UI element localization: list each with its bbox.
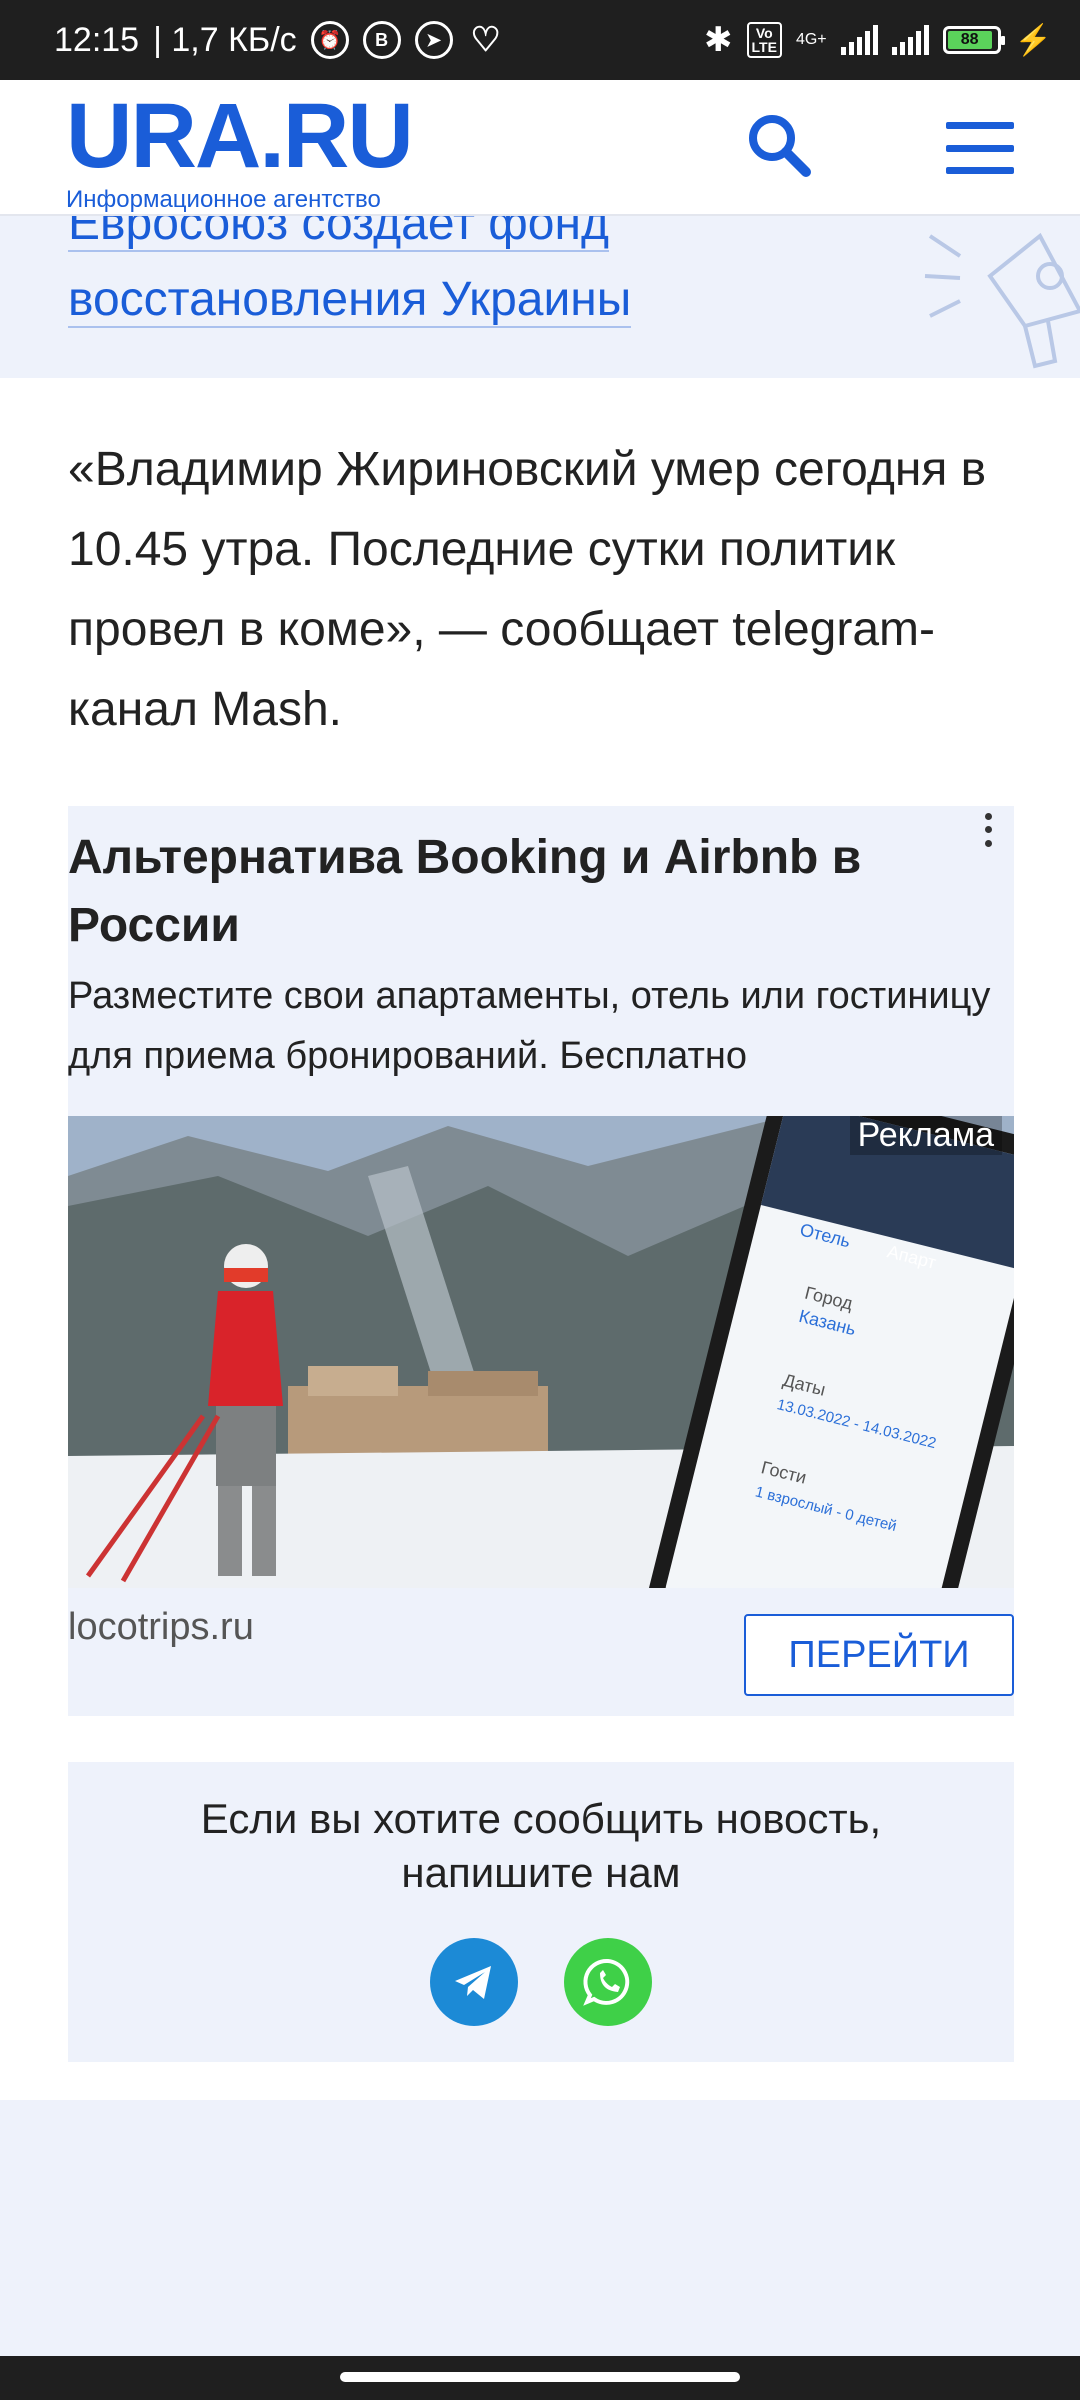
logo-text: URA.RU — [66, 85, 414, 187]
status-left: 12:15 | 1,7 КБ/с ⏰ B ➤ ♡ — [54, 21, 505, 60]
vk-icon: B — [362, 21, 401, 59]
search-button[interactable] — [744, 110, 814, 180]
whatsapp-button[interactable] — [564, 1938, 652, 2026]
home-gesture-bar[interactable] — [340, 2372, 740, 2382]
submit-news-line1: Если вы хотите сообщить новость, — [200, 1795, 882, 1842]
ad-domain[interactable]: locotrips.ru — [68, 1606, 254, 1649]
battery-icon: 88 — [942, 26, 1005, 54]
submit-news-text: Если вы хотите сообщить новость, напишит… — [68, 1792, 1014, 1900]
status-right: ✱ Vo LTE 4G+ 88 ⚡ — [704, 20, 1052, 60]
related-title-line1: Евросоюз создает фонд — [68, 216, 609, 252]
page-bottom-area — [0, 2100, 1080, 2356]
menu-button[interactable] — [946, 122, 1014, 174]
related-article-link[interactable]: Евросоюз создает фонд восстановления Укр… — [68, 216, 768, 338]
whatsapp-icon — [583, 1958, 630, 2006]
volte-icon: Vo LTE — [746, 22, 782, 58]
alarm-icon: ⏰ — [310, 21, 349, 59]
ad-title[interactable]: Альтернатива Booking и Airbnb в России — [68, 824, 888, 960]
net-speed: | 1,7 КБ/с — [153, 20, 297, 59]
submit-news-line2: напишите нам — [401, 1849, 681, 1896]
ad-label: Реклама — [849, 1116, 1002, 1155]
hamburger-line — [946, 167, 1014, 174]
health-icon: ♡ — [470, 21, 501, 59]
system-nav-bar — [0, 2356, 1080, 2400]
ad-more-options-icon[interactable] — [982, 810, 994, 850]
related-article-banner[interactable]: Евросоюз создает фонд восстановления Укр… — [0, 216, 1080, 378]
signal-icon — [840, 25, 878, 55]
network-type: 4G+ — [795, 31, 827, 48]
search-icon — [749, 115, 811, 177]
hamburger-line — [946, 144, 1014, 152]
telegram-button[interactable] — [430, 1938, 518, 2026]
ad-image[interactable]: Отель Апарт Город Казань Даты 13.03.2022… — [68, 1116, 1014, 1588]
megaphone-icon — [924, 232, 1080, 369]
telegram-notification-icon: ➤ — [414, 21, 453, 59]
ad-description: Разместите свои апартаменты, отель или г… — [68, 975, 991, 1077]
article-content: «Владимир Жириновский умер сегодня в 10.… — [0, 378, 1080, 2100]
bluetooth-icon: ✱ — [704, 21, 733, 59]
submit-news-box: Если вы хотите сообщить новость, напишит… — [68, 1762, 1014, 2062]
telegram-icon — [455, 1966, 491, 1999]
ad-block[interactable]: Альтернатива Booking и Airbnb в России Р… — [68, 806, 1014, 1716]
signal-icon-2 — [891, 25, 929, 55]
related-title-line2: восстановления Украины — [68, 273, 632, 328]
site-logo[interactable]: URA.RU Информационное агентство — [66, 85, 414, 214]
hamburger-line — [946, 122, 1014, 129]
ad-cta-button[interactable]: ПЕРЕЙТИ — [744, 1614, 1014, 1696]
article-lead: «Владимир Жириновский умер сегодня в 10.… — [68, 443, 987, 736]
charging-icon: ⚡ — [1014, 23, 1052, 57]
logo-subtitle: Информационное агентство — [66, 186, 381, 213]
clock: 12:15 — [54, 20, 140, 59]
site-header: URA.RU Информационное агентство — [0, 80, 1080, 216]
battery-level: 88 — [947, 31, 992, 49]
ad-photo: Отель Апарт Город Казань Даты 13.03.2022… — [68, 1116, 1014, 1588]
status-bar: 12:15 | 1,7 КБ/с ⏰ B ➤ ♡ ✱ Vo LTE 4G+ 88 … — [0, 0, 1080, 80]
